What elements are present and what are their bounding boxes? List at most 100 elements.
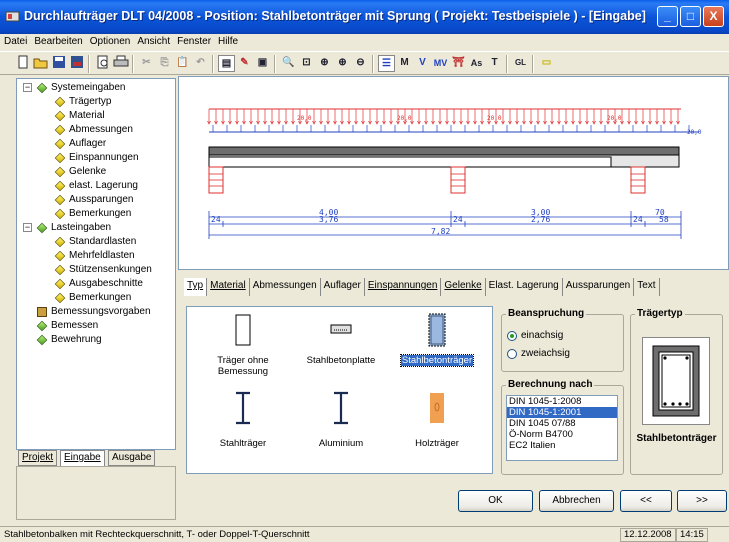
zoom-icon[interactable]: 🔍 [280,55,297,72]
menu-datei[interactable]: Datei [0,34,30,47]
load-label: 20,0 [297,115,312,122]
menu-ansicht[interactable]: Ansicht [133,34,173,47]
tab-projekt[interactable]: Projekt [18,450,58,466]
tree-item[interactable]: Einspannungen [54,151,139,164]
zoom-window-icon[interactable]: ⊡ [298,55,315,72]
undo-icon[interactable]: ↶ [192,55,209,72]
tree-item[interactable]: elast. Lagerung [54,179,138,192]
open-folder-icon[interactable] [32,55,49,72]
dim-clear3: 58 [659,215,669,224]
traegertyp-title: Trägertyp [635,308,685,319]
tab-einspannungen[interactable]: Einspannungen [365,278,442,296]
tree-item[interactable]: Standardlasten [54,235,136,248]
tab-aussparungen[interactable]: Aussparungen [563,278,635,296]
tree-item[interactable]: Gelenke [54,165,106,178]
shear-button[interactable]: V [414,55,431,72]
print-preview-icon[interactable] [94,55,111,72]
zoom-in-icon[interactable]: ⊕ [334,55,351,72]
menu-bearbeiten[interactable]: Bearbeiten [30,34,85,47]
edit-icon[interactable]: ✎ [236,55,253,72]
tree-item[interactable]: Bemerkungen [54,207,131,220]
app-window: Durchlaufträger DLT 04/2008 - Position: … [0,0,729,542]
type-holztraeger[interactable]: Holzträger [399,391,475,449]
tree-bemessungsvorgaben[interactable]: Bemessungsvorgaben [37,305,151,318]
gl-button[interactable]: GL [512,55,529,72]
cancel-button[interactable]: Abbrechen [539,490,614,512]
tree-systemeingaben[interactable]: − Systemeingaben [23,81,126,94]
diamond-icon [36,222,48,233]
collapse-icon[interactable]: − [23,223,32,232]
maximize-button[interactable]: □ [680,6,701,27]
save-icon[interactable] [50,55,67,72]
beam-top-flange [208,146,680,156]
aluminium-beam-icon [334,391,348,425]
tree-bewehrung[interactable]: Bewehrung [36,333,102,346]
ruler-icon[interactable]: ▭ [538,55,555,72]
title-bar[interactable]: Durchlaufträger DLT 04/2008 - Position: … [0,0,729,34]
type-traeger-ohne[interactable]: Träger ohne Bemessung [205,313,281,377]
load-label: 20,0 [607,115,622,122]
support-icon[interactable]: ⛩ [450,55,467,72]
minimize-button[interactable]: _ [657,6,678,27]
collapse-icon[interactable]: − [23,83,32,92]
tree-item[interactable]: Material [54,109,105,122]
cut-icon[interactable]: ✂ [138,55,155,72]
norm-option[interactable]: Ö-Norm B4700 [507,429,617,440]
diamond-icon [54,152,66,163]
zoom-all-icon[interactable]: ⊕ [316,55,333,72]
type-stahlbetonplatte[interactable]: Stahlbetonplatte [303,313,379,366]
document-icon[interactable]: ▣ [254,55,271,72]
moment-button[interactable]: M [396,55,413,72]
tree-item[interactable]: Stützensenkungen [54,263,152,276]
norm-option-selected[interactable]: DIN 1045-1:2001 [507,407,617,418]
close-button[interactable]: X [703,6,724,27]
tree-item[interactable]: Auflager [54,137,106,150]
toolbar: ✂ ⎘ 📋 ↶ ▤ ✎ ▣ 🔍 ⊡ ⊕ ⊕ ⊖ ☰ M V MV ⛩ As T … [0,51,729,75]
paste-icon[interactable]: 📋 [174,55,191,72]
tab-eingabe[interactable]: Eingabe [60,450,105,466]
menu-optionen[interactable]: Optionen [86,34,134,47]
copy-icon[interactable]: ⎘ [156,55,173,72]
tree-bemessen[interactable]: Bemessen [36,319,98,332]
radio-dot-icon [507,330,517,341]
moment-shear-button[interactable]: MV [432,55,449,72]
norm-option[interactable]: DIN 1045 07/88 [507,418,617,429]
norm-option[interactable]: EC2 Italien [507,440,617,451]
dim-clear2: 2,76 [531,215,550,224]
radio-zweiachsig[interactable]: zweiachsig [507,348,570,359]
tree-item[interactable]: Bemerkungen [54,291,131,304]
next-button[interactable]: >> [677,490,727,512]
tree-item[interactable]: Abmessungen [54,123,133,136]
type-aluminium[interactable]: Aluminium [303,391,379,449]
menu-fenster[interactable]: Fenster [173,34,214,47]
radio-einachsig[interactable]: einachsig [507,330,563,341]
tab-ausgabe[interactable]: Ausgabe [108,450,156,466]
grid-icon[interactable]: ▤ [218,55,235,72]
tree-lasteingaben[interactable]: − Lasteingaben [23,221,111,234]
menu-hilfe[interactable]: Hilfe [214,34,241,47]
as-button[interactable]: As [468,55,485,72]
zoom-out-icon[interactable]: ⊖ [352,55,369,72]
tab-abmessungen[interactable]: Abmessungen [250,278,321,296]
norm-option[interactable]: DIN 1045-1:2008 [507,396,617,407]
tree-item[interactable]: Ausgabeschnitte [54,277,143,290]
system-view-icon[interactable]: ☰ [378,55,395,72]
tab-text[interactable]: Text [634,278,660,296]
tree-item[interactable]: Trägertyp [54,95,111,108]
new-file-icon[interactable] [14,55,31,72]
type-stahlbetontraeger[interactable]: Stahlbetonträger [399,313,475,367]
tree-item[interactable]: Mehrfeldlasten [54,249,135,262]
t-button[interactable]: T [486,55,503,72]
tab-auflager[interactable]: Auflager [321,278,365,296]
norm-listbox[interactable]: DIN 1045-1:2008 DIN 1045-1:2001 DIN 1045… [506,395,618,461]
tab-material[interactable]: Material [207,278,250,296]
tab-gelenke[interactable]: Gelenke [441,278,486,296]
save-all-icon[interactable] [68,55,85,72]
tab-elast-lagerung[interactable]: Elast. Lagerung [486,278,563,296]
previous-button[interactable]: << [620,490,672,512]
ok-button[interactable]: OK [458,490,533,512]
tree-item[interactable]: Aussparungen [54,193,134,206]
tab-typ[interactable]: Typ [184,278,208,296]
print-icon[interactable] [112,55,129,72]
type-stahltraeger[interactable]: Stahlträger [205,391,281,449]
